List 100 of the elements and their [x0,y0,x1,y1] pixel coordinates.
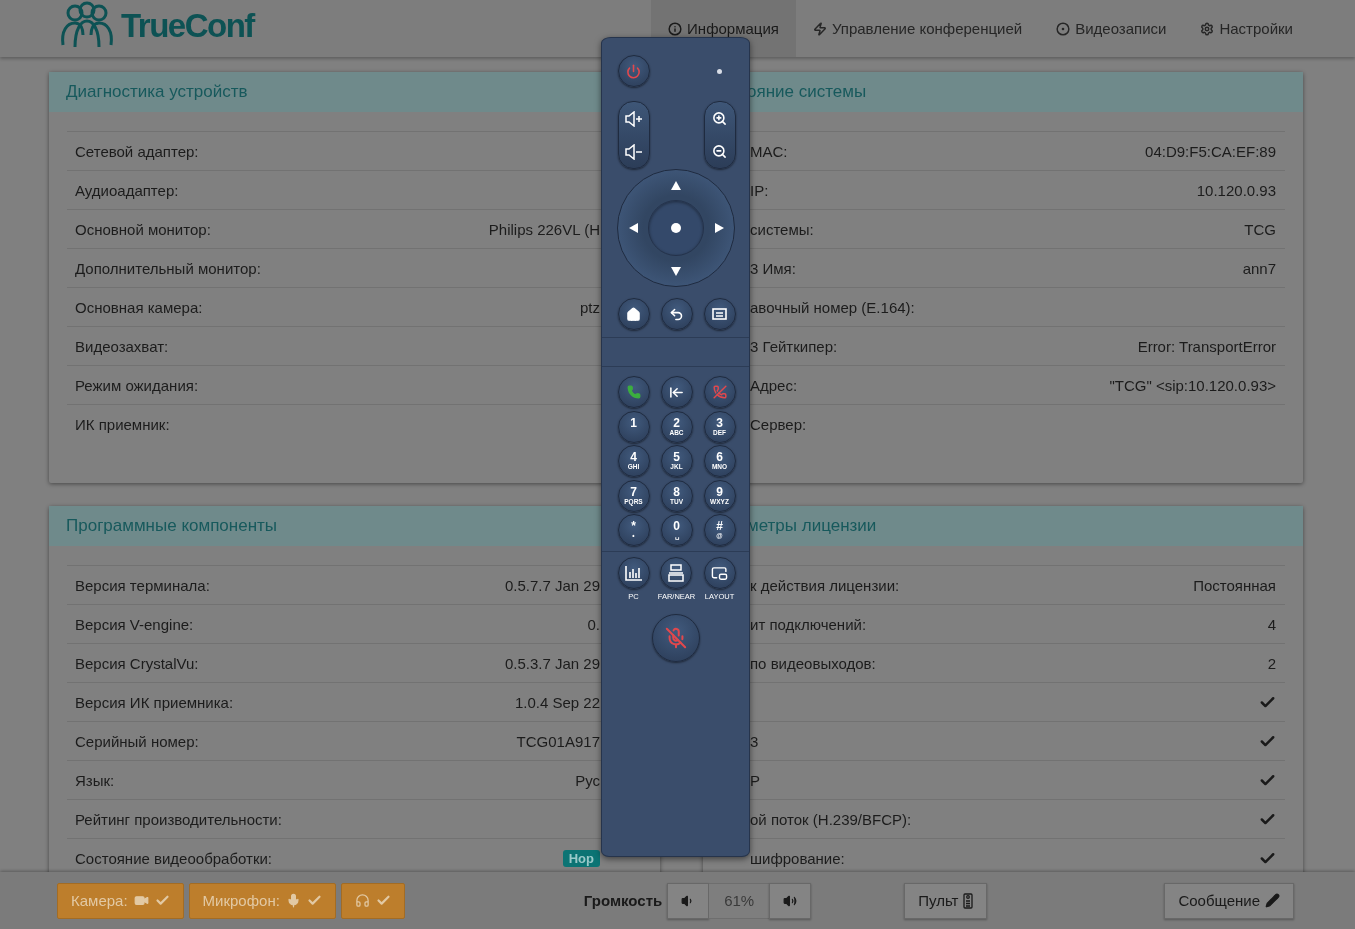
row-label: Рейтинг производительности: [75,810,282,828]
row-label: ит подключений: [750,615,867,633]
indicator-light [717,68,722,74]
row-value: "TCG" <sip:10.120.0.93> [1109,376,1276,394]
lightning-icon [812,21,827,36]
row-value: 4 [1267,615,1276,633]
settings-icon [1200,21,1215,36]
row-label: Дополнительный монитор: [75,259,261,277]
function-key[interactable] [660,557,693,589]
volume-down-icon [623,143,644,160]
record-icon [1056,21,1071,36]
row-label: Версия терминала: [75,576,210,594]
row-label: Аудиоадаптер: [75,181,179,199]
row-label: Язык: [75,771,115,789]
logo-text: TrueConf [121,7,254,45]
row-label: Состояние видеообработки: [75,849,272,867]
back-button[interactable] [660,298,693,330]
video-camera-icon [133,893,149,908]
row-value: Error: TransportError [1137,337,1276,355]
row-label: по видеовыходов: [750,654,876,672]
function-key[interactable] [703,557,736,589]
row-value: Рус [575,771,600,789]
row-label: Режим ожидания: [75,376,199,394]
headphones-icon [354,893,370,908]
row-value: 1.0.4 Sep 22 [514,693,600,711]
row-label: ой поток (H.239/BFCP): [750,810,912,828]
power-button[interactable] [617,55,650,87]
row-label: Основной монитор: [75,220,211,238]
volume-up-icon [623,110,644,127]
function-key[interactable] [617,557,650,589]
mute-button[interactable] [651,614,700,662]
stacked-screens-icon [668,564,685,582]
speaker-high-icon [783,893,798,908]
status-badge: Нор [562,849,600,867]
row-value: 10.120.0.93 [1196,181,1276,199]
row-value: TCG [1244,220,1276,238]
row-value: 0.5.3.7 Jan 29 [504,654,600,672]
row-label: Серийный номер: [75,732,199,750]
hang-up-button[interactable] [703,376,736,408]
microphone-icon [285,893,301,908]
bar-chart-icon [624,565,643,581]
row-value: TCG01A917 [516,732,600,750]
row-value: ptz [580,298,600,316]
back-icon [669,306,684,322]
triangle-left-icon [628,223,638,233]
home-button[interactable] [617,298,650,330]
triangle-up-icon [671,180,681,190]
row-value: Philips 226VL (H [488,220,600,238]
row-label: 3 Гейткипер: [750,337,838,355]
menu-icon [712,308,727,320]
info-icon [668,21,683,36]
arrow-to-line-icon [669,384,684,400]
row-label: Видеозахват: [75,337,169,355]
message-button[interactable]: Сообщение [1164,882,1295,919]
row-label: 3 Имя: [750,259,796,277]
volume-up-button[interactable] [769,882,812,919]
row-label: авочный номер (E.164): [750,298,915,316]
call-button[interactable] [617,376,650,408]
dot-icon [671,223,681,233]
pencil-icon [1265,893,1281,908]
volume-label: Громкость [583,892,663,909]
row-label: Адрес: [750,376,798,394]
row-label: системы: [750,220,814,238]
power-icon [626,63,641,79]
mic-off-icon [664,627,687,649]
menu-button[interactable] [703,298,736,330]
right-arrow-button[interactable] [712,221,726,235]
row-value: 0.5.7.7 Jan 29 [504,576,600,594]
picture-in-picture-icon [711,564,728,582]
row-value: 04:D9:F5:CA:EF:89 [1145,142,1276,160]
zoom-out-icon [712,144,727,159]
zoom-in-icon [712,111,727,126]
down-arrow-button[interactable] [669,264,683,278]
ok-button[interactable] [648,200,704,256]
triangle-right-icon [714,223,724,233]
nav-tab[interactable]: Настройки [1183,0,1310,57]
row-value: Постоянная [1193,576,1276,594]
home-icon [626,306,641,322]
row-label: к действия лицензии: [750,576,900,594]
row-label: MAC: [750,142,788,160]
nav-tab[interactable]: Видеозаписи [1039,0,1184,57]
nav-tab[interactable]: Управление конференцией [795,0,1040,57]
remote-button[interactable]: Пульт [904,882,988,919]
row-label: IP: [750,181,769,199]
row-label: 3 [750,732,759,750]
volume-reading: 61% [709,882,770,919]
triangle-down-icon [671,266,681,276]
keypad-key[interactable]: 1 [617,410,650,443]
row-label: Версия V-engine: [75,615,194,633]
row-label: Сервер: [750,415,807,433]
row-label: P [750,771,760,789]
row-label: Версия CrystalVu: [75,654,199,672]
backspace-button[interactable] [660,376,693,408]
row-value: 2 [1267,654,1276,672]
row-value: 0. [587,615,600,633]
hang-up-icon [712,385,727,399]
remote-icon [963,892,974,909]
row-label: шифрование: [750,849,845,867]
row-label: Сетевой адаптер: [75,142,199,160]
volume-down-button[interactable] [667,882,710,919]
